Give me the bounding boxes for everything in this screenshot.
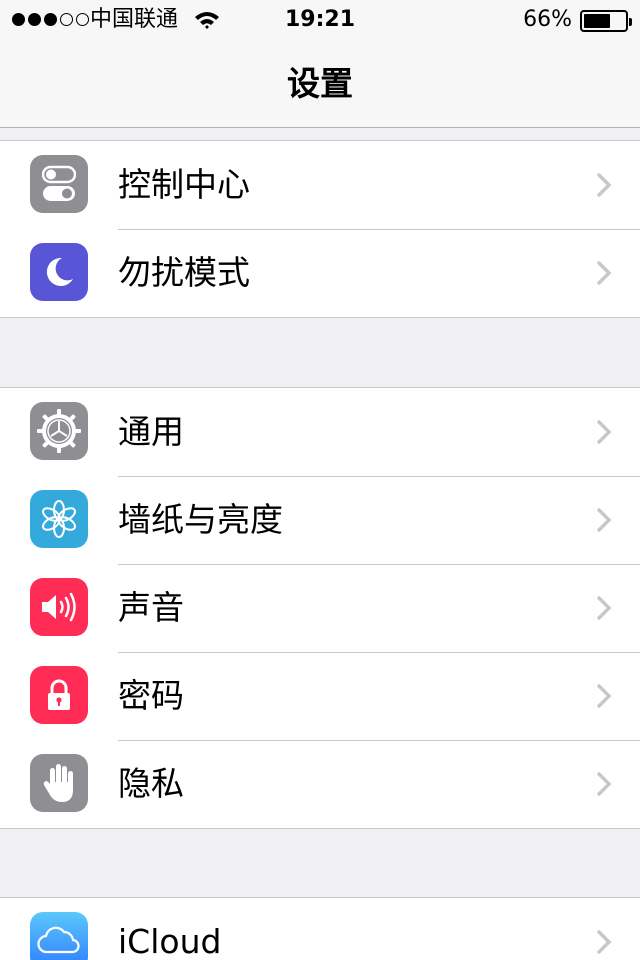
settings-group-3: iCloud bbox=[0, 897, 640, 960]
settings-row-control-center[interactable]: 控制中心 bbox=[0, 141, 640, 229]
row-label: 声音 bbox=[118, 588, 184, 627]
settings-row-wallpaper-brightness[interactable]: 墙纸与亮度 bbox=[0, 476, 640, 564]
row-label: iCloud bbox=[118, 922, 222, 960]
row-label: 隐私 bbox=[118, 764, 184, 803]
row-label: 通用 bbox=[118, 412, 184, 451]
navigation-bar: 设置 bbox=[0, 40, 640, 128]
chevron-right-icon bbox=[597, 173, 612, 197]
settings-row-general[interactable]: 通用 bbox=[0, 388, 640, 476]
row-label: 密码 bbox=[118, 676, 184, 715]
settings-row-sounds[interactable]: 声音 bbox=[0, 564, 640, 652]
lock-icon bbox=[30, 666, 88, 724]
control-center-icon bbox=[30, 155, 88, 213]
page-title: 设置 bbox=[287, 64, 353, 103]
hand-icon bbox=[30, 754, 88, 812]
settings-group-1: 控制中心 勿扰模式 bbox=[0, 140, 640, 318]
settings-row-icloud[interactable]: iCloud bbox=[0, 898, 640, 960]
settings-row-passcode[interactable]: 密码 bbox=[0, 652, 640, 740]
settings-row-privacy[interactable]: 隐私 bbox=[0, 740, 640, 828]
chevron-right-icon bbox=[597, 684, 612, 708]
chevron-right-icon bbox=[597, 772, 612, 796]
chevron-right-icon bbox=[597, 261, 612, 285]
flower-icon bbox=[30, 490, 88, 548]
settings-group-2: 通用 墙纸与亮度 声音 密码 隐私 bbox=[0, 387, 640, 829]
settings-row-do-not-disturb[interactable]: 勿扰模式 bbox=[0, 229, 640, 317]
status-bar: 中国联通 19:21 66% bbox=[0, 0, 640, 40]
moon-icon bbox=[30, 243, 88, 301]
cloud-icon bbox=[30, 912, 88, 960]
chevron-right-icon bbox=[597, 596, 612, 620]
speaker-icon bbox=[30, 578, 88, 636]
chevron-right-icon bbox=[597, 420, 612, 444]
gear-icon bbox=[30, 402, 88, 460]
row-label: 控制中心 bbox=[118, 165, 250, 204]
row-label: 勿扰模式 bbox=[118, 253, 250, 292]
chevron-right-icon bbox=[597, 508, 612, 532]
chevron-right-icon bbox=[597, 930, 612, 954]
row-label: 墙纸与亮度 bbox=[118, 500, 283, 539]
battery-icon bbox=[580, 10, 632, 32]
battery-percent: 66% bbox=[523, 7, 572, 32]
